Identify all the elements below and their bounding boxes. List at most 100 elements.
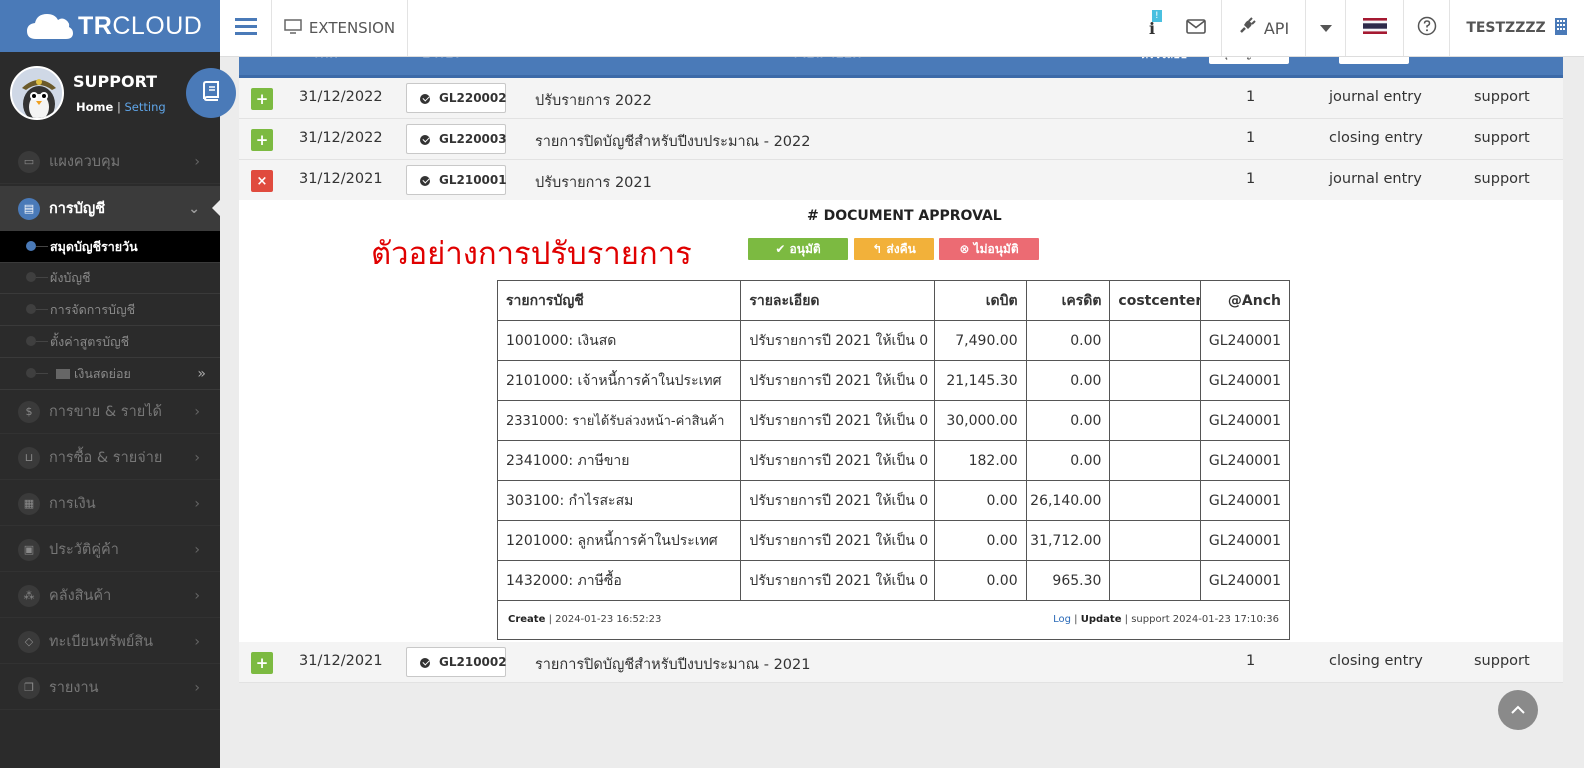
doc-ref-button[interactable]: GL210001 (406, 165, 507, 195)
sidebar-item-purchases[interactable]: ⊔ การซื้อ & รายจ่าย › (0, 436, 220, 480)
menu-button[interactable] (220, 0, 272, 56)
cell-debit: 21,145.30 (935, 361, 1027, 400)
contact-icon: ▣ (18, 538, 40, 561)
sidebar-subitem-label: ตั้งค่าสูตรบัญชี (50, 333, 130, 349)
sidebar-item-finance[interactable]: ▦ การเงิน › (0, 482, 220, 526)
chevron-right-icon: › (194, 541, 200, 558)
sidebar-subitem-account-management[interactable]: การจัดการบัญชี (0, 294, 220, 326)
row-description: ปรับรายการ 2022 (535, 93, 652, 109)
language-button[interactable] (1346, 0, 1404, 56)
doc-ref-button[interactable]: GL220003 (406, 124, 507, 154)
dropdown-toggle[interactable] (1306, 0, 1346, 56)
cell-debit: 182.00 (935, 441, 1027, 480)
username: TESTZZZZ (1466, 20, 1546, 36)
sidebar-subitem-account-formula[interactable]: ตั้งค่าสูตรบัญชี (0, 326, 220, 358)
cell-anch: GL240001 (1208, 412, 1281, 429)
row-count: 1 (1246, 171, 1256, 187)
scroll-to-top-button[interactable] (1498, 690, 1538, 730)
sidebar-item-dashboard[interactable]: ▭ แผงควบคุม › (0, 140, 220, 184)
home-link[interactable]: Home (76, 100, 113, 114)
table-row: 303100: กำไรสะสม ปรับรายการปี 2021 ให้เป็… (498, 481, 1289, 521)
chevron-right-icon: › (194, 495, 200, 512)
profile-links: Home | Setting (76, 100, 166, 114)
cell-anch: GL240001 (1208, 492, 1281, 509)
reject-button[interactable]: ⊗ ไม่อนุมัติ (939, 238, 1039, 260)
approve-button[interactable]: ✔ อนุมัติ (748, 238, 848, 260)
cell-credit: 965.30 (1027, 561, 1111, 600)
sidebar-subitem-petty-cash[interactable]: เงินสดย่อย » (0, 358, 220, 390)
cell-debit: 30,000.00 (935, 401, 1027, 440)
row-count: 1 (1246, 653, 1256, 669)
sidebar-item-reports[interactable]: ❐ รายงาน › (0, 666, 220, 710)
doc-ref-button[interactable]: GL220002 (406, 83, 507, 113)
expand-button[interactable]: + (251, 88, 273, 110)
logo[interactable]: TRCLOUD (0, 0, 220, 52)
row-date: 31/12/2022 (299, 130, 383, 146)
sidebar-item-label: การซื้อ & รายจ่าย (49, 450, 163, 466)
row-count: 1 (1246, 130, 1256, 146)
row-count: 1 (1246, 89, 1256, 105)
sidebar-item-label: แผงควบคุม (49, 154, 121, 170)
sidebar-subitem-daily-journal[interactable]: สมุดบัญชีรายวัน (0, 231, 220, 263)
sidebar-item-assets[interactable]: ◇ ทะเบียนทรัพย์สิน › (0, 620, 220, 664)
sidebar-item-label: การบัญชี (49, 201, 106, 217)
table-row: × 31/12/2021 GL210001 ปรับรายการ 2021 1 … (239, 160, 1563, 201)
sidebar-subitem-label: สมุดบัญชีรายวัน (50, 238, 138, 254)
sidebar-item-sales[interactable]: $ การขาย & รายได้ › (0, 390, 220, 434)
sidebar-item-partners[interactable]: ▣ ประวัติคู่ค้า › (0, 528, 220, 572)
main-content: วันที่ อ้างอิง รายละเอียด ตรวจสอบ สมุดบั… (239, 40, 1563, 690)
return-button[interactable]: ↰ ส่งคืน (854, 238, 934, 260)
cell-credit: 0.00 (1027, 401, 1111, 440)
cell-debit: 0.00 (935, 561, 1027, 600)
sidebar-subitem-chart-of-accounts[interactable]: ผังบัญชี (0, 262, 220, 294)
hamburger-icon (234, 17, 257, 39)
mail-button[interactable] (1170, 0, 1222, 56)
monitor-icon: ▭ (18, 150, 40, 173)
sidebar-subitem-label: ผังบัญชี (50, 269, 91, 285)
doc-ref-button[interactable]: GL210002 (406, 647, 507, 677)
table-row: + 31/12/2022 GL220002 ปรับรายการ 2022 1 … (239, 78, 1563, 119)
row-type: journal entry (1329, 171, 1422, 187)
api-button[interactable]: API (1222, 0, 1306, 56)
journal-footer: Create | 2024-01-23 16:52:23 Log | Updat… (498, 601, 1289, 639)
expand-button[interactable]: + (251, 129, 273, 151)
expand-button[interactable]: + (251, 652, 273, 674)
monitor-icon (284, 18, 302, 38)
approval-title: # DOCUMENT APPROVAL (807, 208, 1002, 224)
chevron-down-icon: ⌄ (188, 200, 200, 217)
cell-detail: ปรับรายการปี 2021 ให้เป็น 0 (741, 361, 935, 400)
table-row: + 31/12/2021 GL210002 รายการปิดบัญชีสำหร… (239, 642, 1563, 683)
cell-detail: ปรับรายการปี 2021 ให้เป็น 0 (741, 561, 935, 600)
extension-button[interactable]: EXTENSION (272, 0, 408, 56)
collapse-button[interactable]: × (251, 170, 273, 192)
sidebar-item-accounting[interactable]: ▤ การบัญชี ⌄ (0, 186, 220, 232)
brand-name: TRCLOUD (78, 11, 203, 40)
cell-account: 2331000: รายได้รับล่วงหน้า-ค่าสินค้า (498, 401, 742, 440)
setting-link[interactable]: Setting (125, 100, 166, 114)
row-description: รายการปิดบัญชีสำหรับปีงบประมาณ - 2021 (535, 657, 811, 673)
sidebar-subitem-label: เงินสดย่อย (74, 365, 131, 381)
journal-book-button[interactable] (186, 68, 236, 118)
row-description: ปรับรายการ 2021 (535, 175, 652, 191)
table-row: 2101000: เจ้าหนี้การค้าในประเทศ ปรับรายกา… (498, 361, 1289, 401)
sidebar-item-label: รายงาน (49, 680, 99, 696)
plug-icon (1238, 17, 1256, 39)
avatar[interactable] (10, 66, 64, 120)
cell-debit: 0.00 (935, 481, 1027, 520)
id-card-icon (56, 368, 70, 379)
cell-costcenter (1110, 521, 1202, 560)
book-icon (202, 81, 220, 105)
sidebar-item-inventory[interactable]: ⁂ คลังสินค้า › (0, 574, 220, 618)
user-menu[interactable]: TESTZZZZ (1450, 0, 1584, 56)
info-button[interactable]: i ! (1134, 0, 1170, 56)
col-anch-header: @Anch (1227, 292, 1281, 309)
book-icon: ▤ (18, 197, 40, 220)
diamond-icon: ◇ (18, 630, 40, 653)
sidebar-item-label: การเงิน (49, 496, 96, 512)
api-label: API (1263, 18, 1290, 38)
help-button[interactable] (1404, 0, 1450, 56)
log-link[interactable]: Log (1053, 614, 1071, 625)
chevron-right-icon: › (194, 449, 200, 466)
sidebar-item-label: การขาย & รายได้ (49, 404, 162, 420)
chevron-right-icon: › (194, 153, 200, 170)
